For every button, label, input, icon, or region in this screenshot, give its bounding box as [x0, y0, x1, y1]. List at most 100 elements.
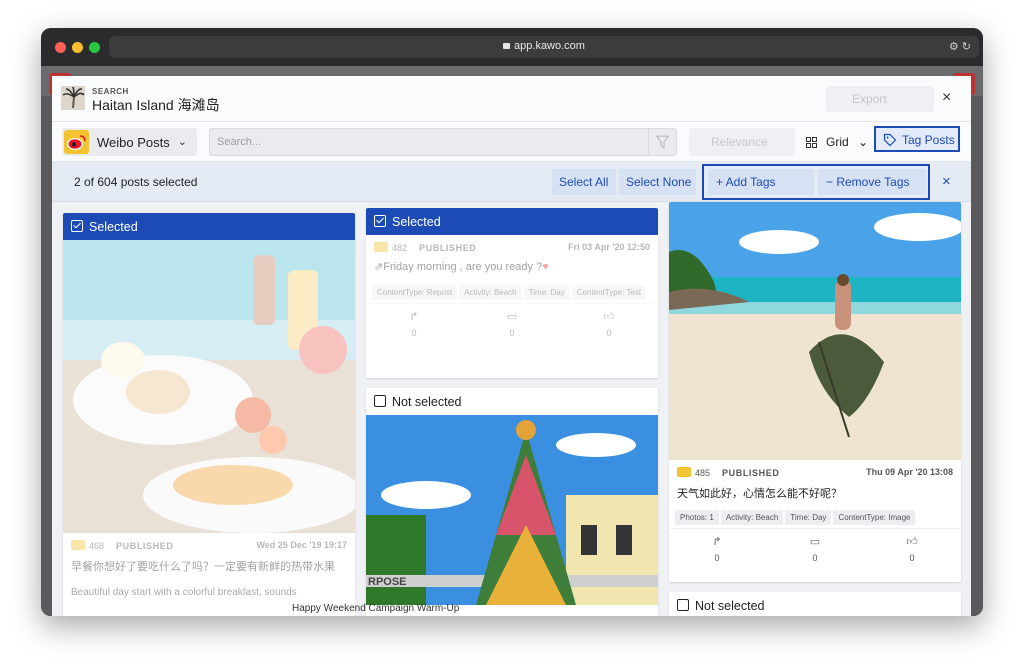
post-count: 482: [392, 243, 408, 253]
platform-select[interactable]: Weibo Posts ⌄: [62, 128, 197, 156]
post-text: 天气如此好，心情怎么能不好呢？: [677, 488, 842, 500]
like-count: 0: [606, 328, 612, 338]
zoom-window-button[interactable]: [89, 42, 100, 53]
post-text: 早餐你想好了要吃什么了吗？一定要有新鲜的热带水果: [71, 561, 335, 573]
reload-icon[interactable]: ⚙︎ ↻: [949, 40, 971, 53]
tag-list: Photos: 1 Activity: Beach Time: Day Content…: [669, 504, 961, 528]
url-label: app.kawo.com: [514, 40, 585, 52]
sort-label: Relevance: [711, 135, 768, 149]
tag-chip: Activity: Beach: [720, 510, 784, 525]
weibo-icon: [374, 242, 388, 252]
filter-icon[interactable]: [648, 129, 676, 155]
tag-chip: Time: Day: [523, 285, 570, 300]
tag-list: ContentType: Repost Activity: Beach Time: …: [366, 279, 658, 303]
lock-icon: [503, 43, 511, 49]
like-count: 0: [909, 553, 915, 563]
view-label: Grid: [826, 135, 849, 149]
comment-icon: ▭: [506, 311, 518, 323]
browser-window: app.kawo.com ⚙︎ ↻ SEARCH Haitan Island 海…: [41, 28, 983, 616]
sign-text: RPOSE: [368, 576, 407, 588]
tag-icon: [883, 133, 897, 147]
status-badge: PUBLISHED: [419, 243, 477, 253]
post-card[interactable]: 485 PUBLISHED Thu 09 Apr '20 13:08 天气如此好，…: [669, 202, 961, 582]
card-header-label: Selected: [89, 220, 138, 234]
comment-stat: ▭ 0: [795, 535, 835, 563]
weibo-icon: [64, 130, 89, 154]
post-stats: ↱ 0 ▭ 0 👍︎ 0: [366, 303, 658, 341]
close-icon[interactable]: ×: [942, 89, 951, 107]
post-date: Thu 09 Apr '20 13:08: [866, 467, 953, 477]
repost-count: 0: [411, 328, 417, 338]
browser-titlebar: app.kawo.com ⚙︎ ↻: [41, 28, 983, 66]
tag-chip: ContentType: Test: [571, 285, 647, 300]
page-title: Haitan Island 海滩岛: [92, 97, 220, 113]
post-card[interactable]: Not selected RPOSE: [366, 388, 658, 616]
post-caption: Beautiful day start with a colorful brea…: [71, 587, 297, 598]
select-none-button[interactable]: Select None: [619, 169, 696, 195]
post-text: ⇗Friday morning , are you ready ?♥: [366, 257, 658, 279]
search-input[interactable]: [210, 129, 630, 155]
post-image: RPOSE: [366, 415, 658, 605]
card-unselected-header[interactable]: Not selected: [669, 592, 961, 616]
repost-icon: ↱: [409, 311, 419, 323]
checkbox-checked-icon[interactable]: [374, 215, 386, 227]
post-stats: ↱ 0 ▭ 0 👍︎ 0: [669, 528, 961, 566]
checkbox-checked-icon[interactable]: [71, 220, 83, 232]
tag-chip: Time: Day: [785, 510, 832, 525]
card-body: 482 PUBLISHED Fri 03 Apr '20 12:50 ⇗Frida…: [366, 235, 658, 341]
add-tags-button[interactable]: + Add Tags: [708, 169, 814, 195]
comment-stat: ▭ 0: [492, 310, 532, 338]
thumbs-up-icon: 👍︎: [603, 311, 615, 323]
repost-icon: ⇗: [374, 261, 384, 273]
export-button[interactable]: Export: [826, 86, 934, 112]
status-badge: PUBLISHED: [722, 468, 780, 478]
checkbox-icon[interactable]: [677, 599, 689, 611]
view-select[interactable]: Grid ⌄: [800, 128, 870, 156]
selection-count: 2 of 604 posts selected: [74, 175, 198, 189]
url-text: app.kawo.com: [109, 40, 979, 52]
card-selected-header[interactable]: Selected: [63, 213, 355, 240]
post-meta: 468 PUBLISHED Wed 25 Dec '19 19:17: [63, 533, 355, 555]
post-date: Wed 25 Dec '19 19:17: [256, 540, 347, 550]
post-card[interactable]: Not selected: [669, 592, 961, 616]
sort-select[interactable]: Relevance: [689, 128, 795, 156]
tag-chip: ContentType: Image: [833, 510, 916, 525]
repost-stat: ↱ 0: [697, 535, 737, 563]
tag-posts-label: Tag Posts: [902, 133, 955, 147]
grid-icon: [806, 137, 817, 148]
comment-count: 0: [812, 553, 818, 563]
search-modal: SEARCH Haitan Island 海滩岛 Export × Weibo …: [52, 76, 971, 616]
close-window-button[interactable]: [55, 42, 66, 53]
tag-chip: Activity: Beach: [459, 285, 522, 300]
post-card[interactable]: Selected 468 PUBLISHED Wed 25 Dec '19 19…: [63, 213, 355, 616]
minimize-window-button[interactable]: [72, 42, 83, 53]
card-selected-header[interactable]: Selected: [366, 208, 658, 235]
close-selection-icon[interactable]: ×: [942, 173, 951, 190]
posts-grid: Selected 468 PUBLISHED Wed 25 Dec '19 19…: [52, 202, 971, 616]
search-field[interactable]: [209, 128, 677, 156]
card-unselected-header[interactable]: Not selected: [366, 388, 658, 415]
post-count: 468: [89, 541, 105, 551]
weibo-icon: [71, 540, 85, 550]
weibo-icon: [677, 467, 691, 477]
address-bar[interactable]: app.kawo.com ⚙︎ ↻: [109, 36, 979, 58]
post-card[interactable]: Selected 482 PUBLISHED Fri 03 Apr '20 12:…: [366, 208, 658, 378]
like-stat: 👍︎ 0: [892, 535, 932, 563]
tag-posts-button[interactable]: Tag Posts: [874, 126, 960, 152]
repost-icon: ↱: [712, 536, 722, 548]
remove-tags-button[interactable]: − Remove Tags: [818, 169, 926, 195]
like-stat: 👍︎ 0: [589, 310, 629, 338]
post-meta: 485 PUBLISHED Thu 09 Apr '20 13:08: [669, 460, 961, 482]
post-image: [669, 202, 961, 460]
select-all-button[interactable]: Select All: [552, 169, 616, 195]
card-header-label: Selected: [392, 215, 441, 229]
checkbox-icon[interactable]: [374, 395, 386, 407]
card-header-label: Not selected: [392, 395, 462, 409]
platform-label: Weibo Posts: [97, 135, 170, 150]
chevron-down-icon: ⌄: [858, 135, 869, 149]
post-meta: 482 PUBLISHED Fri 03 Apr '20 12:50: [366, 235, 658, 257]
post-date: Fri 03 Apr '20 12:50: [568, 242, 650, 252]
tag-actions-group: + Add Tags − Remove Tags: [702, 164, 930, 200]
chevron-down-icon: ⌄: [177, 136, 187, 148]
palm-tree-icon: [61, 86, 85, 110]
